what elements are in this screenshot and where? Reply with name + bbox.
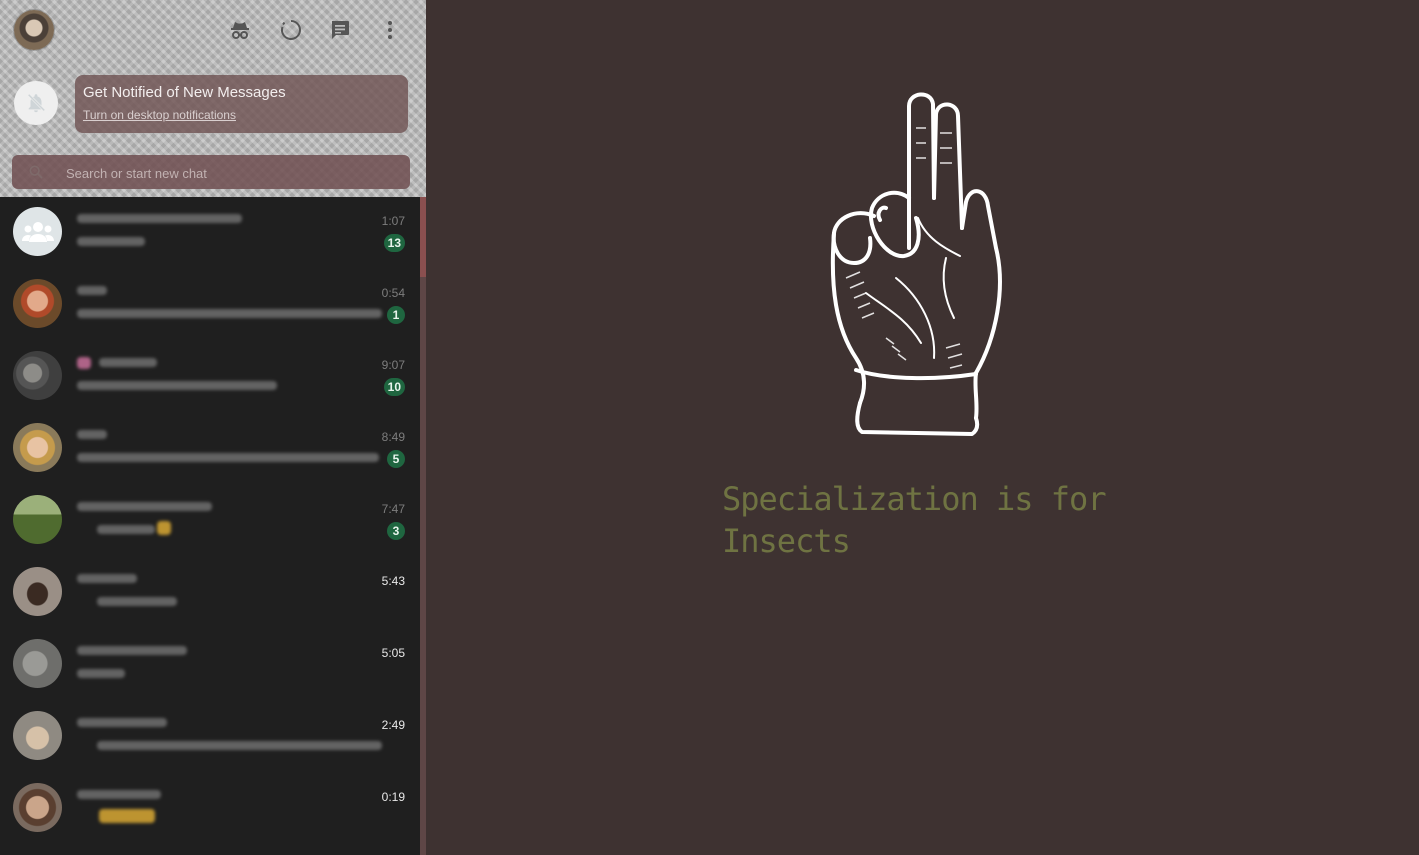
main-panel: Specialization is for Insects [426,0,1419,855]
bell-off-icon [14,81,58,125]
chat-time: 8:49 [381,430,405,444]
unread-badge: 5 [387,450,405,468]
chat-time: 2:49 [381,718,405,732]
chat-name-redacted [77,715,277,730]
chat-row[interactable]: 7:47 3 [0,485,420,557]
chat-time: 9:07 [381,358,405,372]
search-icon [28,164,44,185]
chat-time: 1:07 [381,214,405,228]
chat-time: 5:05 [381,646,405,660]
chat-row[interactable]: 8:49 5 [0,413,420,485]
incognito-icon[interactable] [226,16,254,44]
menu-icon[interactable] [376,16,404,44]
contact-avatar [13,783,62,832]
chat-name-redacted [77,499,277,514]
unread-badge: 10 [383,378,405,396]
chat-preview-redacted [77,521,377,535]
sidebar-header: Get Notified of New Messages Turn on des… [0,0,426,197]
contact-avatar [13,567,62,616]
contact-avatar [13,639,62,688]
chat-preview-redacted [77,235,377,247]
chat-name-redacted [77,787,277,802]
chat-row[interactable]: 2:49 [0,701,420,773]
chat-name-redacted [77,355,277,370]
contact-avatar [13,423,62,472]
chat-time: 7:47 [381,502,405,516]
notification-banner: Get Notified of New Messages Turn on des… [75,75,408,133]
chat-preview-redacted [77,307,382,319]
chat-time: 0:19 [381,790,405,804]
unread-badge: 1 [387,306,405,324]
new-chat-icon[interactable] [326,16,354,44]
contact-avatar [13,711,62,760]
tagline: Specialization is for Insects [722,480,1107,560]
search-input[interactable] [64,161,398,185]
hand-gesture-icon [826,88,1016,445]
contact-avatar [13,495,62,544]
chat-preview-redacted [77,595,377,607]
chat-preview-redacted [77,379,377,391]
status-icon[interactable] [277,16,305,44]
chat-row[interactable]: 5:05 [0,629,420,701]
chat-preview-redacted [77,451,379,463]
enable-notifications-link[interactable]: Turn on desktop notifications [83,108,236,122]
chat-row[interactable]: 5:43 [0,557,420,629]
chat-row[interactable]: 0:54 1 [0,269,420,341]
chat-row[interactable]: 1:07 13 [0,197,420,269]
chat-preview-redacted [77,667,377,679]
sidebar: Get Notified of New Messages Turn on des… [0,0,426,855]
chat-time: 0:54 [381,286,405,300]
contact-avatar [13,351,62,400]
chat-name-redacted [77,427,277,442]
chat-time: 5:43 [381,574,405,588]
chat-list: 1:07 13 0:54 1 9:07 10 8:49 5 7:47 3 5:4… [0,197,420,855]
banner-title: Get Notified of New Messages [83,84,286,101]
chat-name-redacted [77,571,277,586]
chat-name-redacted [77,283,277,298]
profile-avatar[interactable] [14,10,54,50]
chat-row[interactable]: 9:07 10 [0,341,420,413]
chat-row[interactable]: 0:19 [0,773,420,845]
contact-avatar [13,279,62,328]
chat-preview-redacted [77,739,382,751]
chat-name-redacted [77,643,277,658]
chat-preview-redacted [77,809,377,823]
group-icon [13,207,62,256]
search-bar [12,155,410,189]
chat-name-redacted [77,211,277,226]
unread-badge: 3 [387,522,405,540]
unread-badge: 13 [383,234,405,252]
